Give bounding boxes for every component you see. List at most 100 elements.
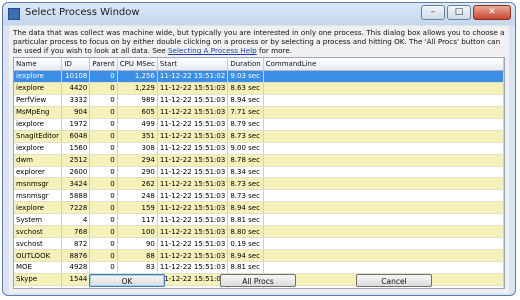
table-cell — [263, 118, 504, 131]
table-cell: 7228 — [61, 201, 91, 215]
table-cell: 9.03 sec — [227, 70, 264, 83]
table-cell: msnmsgr — [14, 177, 63, 191]
maximize-icon[interactable]: □ — [447, 5, 471, 20]
table-cell: 11-12-22 15:51:03 — [157, 94, 229, 107]
table-row[interactable]: SnagitEditor 6048 0 351 11-12-22 15:51:03 8.7… — [14, 130, 504, 143]
close-icon[interactable]: ✕ — [473, 5, 511, 20]
table-row[interactable]: iexplore 1972 0 499 11-12-22 15:51:03 8.79 se… — [14, 118, 504, 131]
table-cell: 0 — [89, 154, 118, 167]
table-cell: msnmsgr — [14, 189, 63, 203]
table-cell: 6048 — [61, 130, 91, 143]
table-cell: 8.73 sec — [227, 177, 264, 191]
table-row[interactable]: svchost 768 0 100 11-12-22 15:51:03 8.80 sec — [14, 225, 504, 239]
table-cell: 1,229 — [117, 82, 158, 95]
table-row[interactable]: dwm 2512 0 294 11-12-22 15:51:03 8.78 sec — [14, 154, 504, 167]
table-cell: 11-12-22 15:51:03 — [157, 142, 229, 155]
table-cell: 0 — [89, 189, 118, 203]
table-row[interactable]: MOE 4928 0 83 11-12-22 15:51:03 8.81 sec — [14, 261, 504, 274]
table-cell: 1560 — [61, 142, 91, 155]
table-row[interactable]: iexplore 1560 0 308 11-12-22 15:51:03 9.00 se… — [14, 142, 504, 155]
table-row[interactable]: iexplore 4420 0 1,229 11-12-22 15:51:03 8.63 … — [14, 82, 504, 95]
table-cell: 11-12-22 15:51:03 — [157, 82, 229, 95]
table-cell: 0 — [89, 213, 118, 227]
table-row[interactable]: MsMpEng 904 0 605 11-12-22 15:51:03 7.71 sec — [14, 106, 504, 119]
column-header-cpu-msec[interactable]: CPU MSec — [117, 58, 158, 71]
button-row: OK All Procs Cancel — [9, 273, 509, 293]
table-cell: 248 — [117, 189, 158, 203]
app-icon — [8, 8, 20, 20]
table-cell: 8.81 sec — [227, 261, 264, 274]
column-header-id[interactable]: ID — [61, 58, 91, 71]
table-cell — [263, 249, 504, 262]
table-cell: iexplore — [14, 82, 63, 95]
table-cell: 0 — [89, 106, 118, 119]
table-cell: 11-12-22 15:51:03 — [157, 154, 229, 167]
table-cell: 904 — [61, 106, 91, 119]
table-cell: 0 — [89, 261, 118, 274]
table-row[interactable]: iexplore 10108 0 1,256 11-12-22 15:51:02 9.03… — [14, 70, 504, 83]
table-cell: 8.78 sec — [227, 154, 264, 167]
table-cell: 0 — [89, 142, 118, 155]
table-header: Name ID Parent CPU MSec Start Duration Command… — [14, 58, 504, 71]
table-cell: 0 — [89, 82, 118, 95]
table-cell — [263, 130, 504, 143]
table-cell — [263, 225, 504, 239]
description-suffix: for more. — [256, 46, 293, 55]
table-row[interactable]: svchost 872 0 90 11-12-22 15:51:03 0.19 sec — [14, 237, 504, 251]
table-row[interactable]: iexplore 7228 0 159 11-12-22 15:51:03 8.94 se… — [14, 201, 504, 215]
table-cell: 11-12-22 15:51:03 — [157, 189, 229, 203]
table-row[interactable]: explorer 2600 0 290 11-12-22 15:51:03 8.34 se… — [14, 166, 504, 179]
table-cell: 11-12-22 15:51:02 — [157, 70, 229, 83]
table-cell: SnagitEditor — [14, 130, 63, 143]
table-cell: 8876 — [61, 249, 91, 262]
column-header-start[interactable]: Start — [157, 58, 229, 71]
column-header-parent[interactable]: Parent — [89, 58, 118, 71]
table-cell — [263, 166, 504, 179]
column-header-commandline[interactable]: CommandLine — [263, 58, 504, 71]
table-cell: 872 — [61, 237, 91, 251]
table-cell: 499 — [117, 118, 158, 131]
table-row[interactable]: OUTLOOK 8876 0 88 11-12-22 15:51:03 8.94 sec — [14, 249, 504, 262]
table-cell: 88 — [117, 249, 158, 262]
table-cell: iexplore — [14, 201, 63, 215]
table-cell — [263, 237, 504, 251]
all-procs-button[interactable]: All Procs — [220, 274, 296, 287]
table-cell: 11-12-22 15:51:03 — [157, 249, 229, 262]
title-bar[interactable]: Select Process Window – □ ✕ — [3, 3, 515, 25]
table-cell — [263, 106, 504, 119]
column-header-duration[interactable]: Duration — [227, 58, 264, 71]
table-cell: explorer — [14, 166, 63, 179]
table-row[interactable]: System 4 0 117 11-12-22 15:51:03 8.81 sec — [14, 213, 504, 227]
table-row[interactable]: msnmsgr 3424 0 262 11-12-22 15:51:03 8.73 sec — [14, 177, 504, 191]
table-cell: 4928 — [61, 261, 91, 274]
table-cell: 0 — [89, 130, 118, 143]
table-cell: 9.00 sec — [227, 142, 264, 155]
table-cell: 11-12-22 15:51:03 — [157, 237, 229, 251]
table-cell: 8.80 sec — [227, 225, 264, 239]
cancel-button[interactable]: Cancel — [356, 274, 432, 287]
table-cell: 0 — [89, 70, 118, 83]
ok-button[interactable]: OK — [89, 274, 165, 287]
table-cell: 7.71 sec — [227, 106, 264, 119]
table-cell: 1,256 — [117, 70, 158, 83]
table-cell: 989 — [117, 94, 158, 107]
table-cell: 8.73 sec — [227, 130, 264, 143]
select-process-window: Select Process Window – □ ✕ The data tha… — [2, 2, 516, 296]
help-link[interactable]: Selecting A Process Help — [168, 46, 257, 55]
window-title: Select Process Window — [25, 7, 140, 18]
table-cell: 0 — [89, 94, 118, 107]
table-cell — [263, 82, 504, 95]
table-cell: 11-12-22 15:51:03 — [157, 177, 229, 191]
table-cell — [263, 142, 504, 155]
minimize-icon[interactable]: – — [421, 5, 445, 20]
table-row[interactable]: msnmsgr 5888 0 248 11-12-22 15:51:03 8.73 sec — [14, 189, 504, 203]
process-grid[interactable]: Name ID Parent CPU MSec Start Duration Command… — [13, 57, 505, 289]
description-text: The data that was collect was machine wi… — [13, 28, 505, 55]
table-row[interactable]: PerfView 3332 0 989 11-12-22 15:51:03 8.94 se… — [14, 94, 504, 107]
table-cell: 0.19 sec — [227, 237, 264, 251]
column-header-name[interactable]: Name — [14, 58, 63, 71]
table-cell: 290 — [117, 166, 158, 179]
table-cell: 83 — [117, 261, 158, 274]
table-cell: 8.94 sec — [227, 249, 264, 262]
table-cell: 100 — [117, 225, 158, 239]
